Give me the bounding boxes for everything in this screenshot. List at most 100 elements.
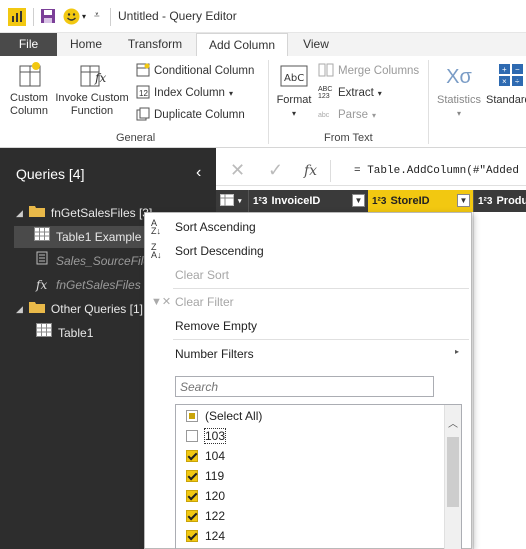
column-header-invoiceid[interactable]: 1²3 InvoiceID ▼ [248,190,368,212]
column-type-icon[interactable]: 1²3 [478,196,492,207]
scrollbar-thumb[interactable] [447,437,459,507]
svg-text:÷: ÷ [515,77,520,86]
extract-label: Extract [338,87,374,99]
custom-column-label: Custom Column [10,92,48,117]
value-row-120[interactable]: 120 [186,486,225,506]
tab-view[interactable]: View [296,33,336,56]
collapse-pane-icon[interactable]: ‹ [196,164,201,182]
query-item-table1-example[interactable]: Table1 Example [14,226,154,248]
svg-text:12: 12 [139,89,148,98]
values-scrollbar[interactable]: ︿ [444,405,461,549]
statistics-icon: Χσ [446,66,472,88]
extract-dropdown-icon: ▾ [377,88,382,98]
query-item-sales-sourcefile[interactable]: Sales_SourceFile [36,250,150,272]
number-filters-item[interactable]: Number Filters [175,347,254,361]
customize-toolbar-icon[interactable]: ⩡ [94,10,100,21]
value-row-124[interactable]: 124 [186,526,225,546]
table-menu-button[interactable]: ▾ [216,190,248,212]
select-all-checkbox[interactable] [186,410,198,422]
save-icon[interactable] [40,8,56,27]
parse-dropdown-icon: ▾ [372,110,377,120]
conditional-column-label: Conditional Column [154,65,255,77]
accept-formula-icon[interactable]: ✓ [268,160,283,181]
clear-filter-item[interactable]: Clear Filter [175,295,234,309]
sort-ascending-item[interactable]: Sort Ascending [175,220,256,234]
value-checkbox[interactable] [186,430,198,442]
parse-button[interactable]: abc Parse ▾ [318,106,376,124]
statistics-dropdown-icon: ▾ [456,109,461,118]
column-name: InvoiceID [271,195,321,207]
tab-file[interactable]: File [0,33,57,56]
merge-columns-label: Merge Columns [338,65,420,77]
function-icon: fx [36,278,48,292]
value-checkbox[interactable] [186,470,198,482]
expand-triangle-icon[interactable]: ◢ [16,298,23,320]
svg-text:fx: fx [94,71,106,85]
value-row-103[interactable]: 103 [186,426,227,446]
submenu-arrow-icon: ▸ [455,347,460,356]
column-header-product[interactable]: 1²3 Produ [473,190,526,212]
smiley-dropdown-icon[interactable]: ▾ [82,12,86,21]
duplicate-column-label: Duplicate Column [154,109,245,121]
formula-text[interactable]: = Table.AddColumn(#"Added Cu [354,165,526,177]
tab-transform[interactable]: Transform [120,33,190,56]
statistics-label: Statistics [436,94,481,106]
select-all-row[interactable]: (Select All) [186,406,262,426]
remove-empty-item[interactable]: Remove Empty [175,319,257,333]
cancel-formula-icon[interactable]: ✕ [230,160,245,181]
value-label: 103 [203,428,227,444]
smiley-feedback-icon[interactable] [63,8,80,28]
value-label: 122 [205,509,226,523]
sort-ascending-icon: A Z↓ [151,218,161,236]
sort-descending-icon: Z A↓ [151,242,162,260]
value-checkbox[interactable] [186,530,198,542]
svg-text:−: − [515,65,520,74]
value-row-119[interactable]: 119 [186,466,224,486]
parameter-icon [36,250,50,272]
fx-icon[interactable]: fx [304,163,317,179]
value-checkbox[interactable] [186,510,198,522]
query-group-label: fnGetSalesFiles [3] [50,206,153,220]
index-column-button[interactable]: 12 Index Column ▾ [136,84,233,102]
column-filter-dropdown-icon[interactable]: ▼ [457,194,470,207]
value-checkbox[interactable] [186,450,198,462]
standard-button[interactable]: +−× ÷ Standard [486,60,526,107]
custom-column-button[interactable]: Custom Column [4,60,54,118]
scroll-up-icon[interactable]: ︿ [448,415,458,430]
group-label-from-text: From Text [324,132,373,144]
column-filter-dropdown-icon[interactable]: ▼ [352,194,365,207]
conditional-column-button[interactable]: Conditional Column [136,62,254,80]
format-button[interactable]: AbC Format ▾ [272,60,316,120]
filter-search-input[interactable] [175,376,434,397]
value-label: (Select All) [205,409,263,423]
merge-columns-button[interactable]: Merge Columns [318,62,419,80]
parse-icon: abc [318,111,330,119]
column-header-storeid[interactable]: 1²3 StoreID ▼ [368,190,473,212]
tab-home[interactable]: Home [60,33,112,56]
value-label: 120 [205,489,226,503]
value-checkbox[interactable] [186,490,198,502]
index-column-dropdown-icon[interactable]: ▾ [229,89,233,98]
extract-button[interactable]: ABC 123 Extract ▾ [318,84,382,102]
sort-descending-item[interactable]: Sort Descending [175,244,264,258]
query-group-other-queries[interactable]: ◢ Other Queries [1] [16,298,143,320]
expand-triangle-icon[interactable]: ◢ [16,202,23,224]
column-type-icon[interactable]: 1²3 [372,196,386,207]
invoke-function-label: Invoke Custom Function [55,92,129,117]
value-row-104[interactable]: 104 [186,446,225,466]
duplicate-column-button[interactable]: Duplicate Column [136,106,245,124]
clear-sort-item[interactable]: Clear Sort [175,268,229,282]
folder-icon [28,202,45,224]
index-column-label: Index Column [154,87,225,99]
column-type-icon[interactable]: 1²3 [253,196,267,207]
value-row-122[interactable]: 122 [186,506,225,526]
ribbon-tab-strip: File Home Transform Add Column View [0,33,526,57]
query-group-fngetsalesfiles[interactable]: ◢ fnGetSalesFiles [3] [16,202,152,224]
statistics-button[interactable]: Χσ Statistics ▾ [434,60,484,120]
tab-add-column[interactable]: Add Column [196,33,288,57]
query-item-fngetsalesfiles[interactable]: fx fnGetSalesFiles [36,274,141,296]
query-item-label: Table1 Example [56,230,142,244]
invoke-custom-function-button[interactable]: fx Invoke Custom Function [52,60,132,118]
query-item-table1[interactable]: Table1 [36,322,93,344]
duplicate-column-icon [136,107,150,124]
